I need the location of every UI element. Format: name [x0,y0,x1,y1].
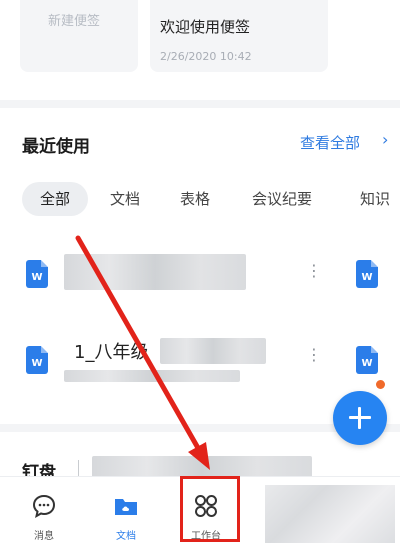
blurred-drive-info [92,456,312,478]
tab-label: 文档 [116,531,136,542]
filter-chip-knowledge[interactable]: 知识 [360,182,390,216]
filter-chips: 全部 文档 表格 会议纪要 知识 [22,182,400,216]
notes-strip: 新建便签 欢迎使用便签 2/26/2020 10:42 [0,0,400,100]
blurred-tab-area [265,485,395,543]
chat-bubble-icon [32,494,56,518]
more-options-icon[interactable]: ⋮ [306,263,322,279]
notification-dot [376,380,385,389]
recent-section: 最近使用 查看全部 › 全部 文档 表格 会议纪要 知识 W ⋮ W W 1_八… [0,108,400,424]
view-all-link[interactable]: 查看全部 [300,132,360,153]
blurred-file-meta [64,370,240,382]
blurred-file-name [160,338,266,364]
word-doc-icon: W [26,260,48,288]
word-doc-icon: W [26,346,48,374]
word-doc-icon: W [356,260,378,288]
new-note-label: 新建便签 [48,14,101,29]
filter-chip-doc[interactable]: 文档 [110,182,140,216]
tab-docs[interactable]: 文档 [96,485,156,543]
note-date: 2/26/2020 10:42 [160,50,252,63]
highlight-box [180,476,240,542]
more-options-icon[interactable]: ⋮ [306,347,322,363]
blurred-file-name [64,254,246,290]
tab-label: 消息 [34,531,54,542]
folder-cloud-icon [115,499,137,515]
new-note-card[interactable]: 新建便签 [20,0,138,72]
recent-title: 最近使用 [22,137,90,157]
add-button[interactable] [333,391,387,445]
chevron-right-icon[interactable]: › [382,130,388,149]
file-name[interactable]: 1_八年级 [74,338,148,364]
welcome-note-card[interactable]: 欢迎使用便签 2/26/2020 10:42 [150,0,328,72]
filter-chip-sheet[interactable]: 表格 [180,182,210,216]
word-doc-icon: W [356,346,378,374]
filter-chip-meeting[interactable]: 会议纪要 [252,182,312,216]
note-title: 欢迎使用便签 [160,18,251,36]
tab-messages[interactable]: 消息 [14,485,74,543]
filter-chip-all[interactable]: 全部 [22,182,88,216]
